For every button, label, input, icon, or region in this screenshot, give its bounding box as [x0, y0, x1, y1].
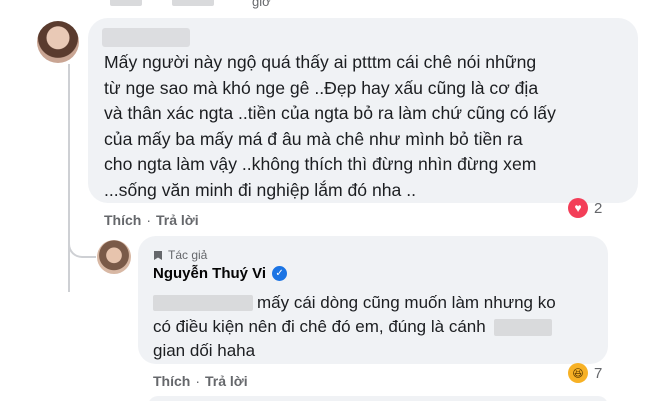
separator: · — [195, 373, 201, 389]
comment-text: Mấy người này ngộ quá thấy ai ptttm cái … — [104, 52, 556, 200]
haha-icon: 😆 — [568, 363, 588, 383]
blurred-text — [172, 0, 214, 6]
reply-text: mấy cái dòng cũng muốn làm nhưng ko có đ… — [153, 291, 593, 363]
previous-comment-meta: giờ — [110, 0, 271, 9]
reply-line-3: gian dối haha — [153, 341, 256, 360]
reply-line-1: mấy cái dòng cũng muốn làm nhưng ko — [257, 293, 556, 312]
reaction-summary[interactable]: ♥ 2 — [568, 198, 602, 218]
blurred-text — [110, 0, 142, 6]
next-comment-bubble — [148, 396, 608, 401]
author-tag-label: Tác giả — [168, 248, 208, 262]
reaction-count: 2 — [594, 199, 603, 217]
like-button[interactable]: Thích — [153, 373, 190, 389]
reaction-count: 7 — [594, 364, 603, 382]
author-name[interactable]: Nguyễn Thuý Vi ✓ — [153, 265, 288, 282]
comment-actions: Thích · Trả lời — [104, 212, 199, 228]
blurred-text — [493, 318, 552, 336]
reaction-summary[interactable]: 😆 7 — [568, 363, 602, 383]
avatar[interactable] — [97, 240, 131, 274]
separator: · — [146, 212, 152, 228]
author-tag: Tác giả — [153, 248, 207, 262]
like-button[interactable]: Thích — [104, 212, 141, 228]
timestamp-suffix: giờ — [252, 0, 271, 9]
avatar[interactable] — [37, 21, 79, 63]
reply-actions: Thích · Trả lời — [153, 373, 248, 389]
thread-connector — [68, 226, 96, 258]
verified-badge-icon: ✓ — [272, 266, 288, 281]
thread-line — [68, 64, 70, 292]
reply-button[interactable]: Trả lời — [156, 212, 199, 228]
reply-button[interactable]: Trả lời — [205, 373, 248, 389]
blurred-author-name — [102, 28, 190, 47]
love-icon: ♥ — [568, 198, 588, 218]
author-tag-icon — [154, 250, 162, 260]
author-name-text[interactable]: Nguyễn Thuý Vi — [153, 265, 266, 282]
reply-line-2: có điều kiện nên đi chê đó em, đúng là c… — [153, 317, 486, 336]
blurred-text — [153, 295, 253, 311]
